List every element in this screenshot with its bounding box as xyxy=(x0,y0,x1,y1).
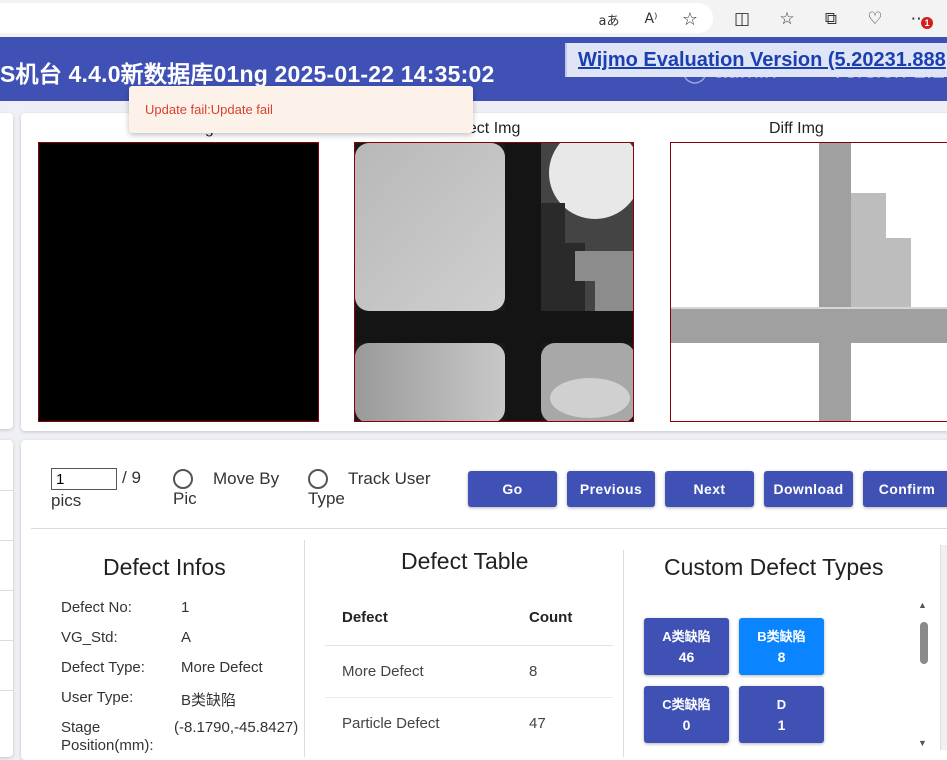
browser-essentials-icon[interactable]: ♡ xyxy=(864,8,886,30)
golden-image xyxy=(38,142,319,422)
custom-type-count: 8 xyxy=(777,648,786,665)
controls-divider xyxy=(31,528,947,529)
custom-type-count: 0 xyxy=(682,716,691,733)
table-cell-count: 8 xyxy=(529,663,538,680)
table-cell-defect: More Defect xyxy=(342,663,424,680)
table-header-defect: Defect xyxy=(342,609,388,626)
outer-scrollbar[interactable] xyxy=(940,545,947,750)
scroll-thumb[interactable] xyxy=(920,622,928,664)
scroll-up-icon[interactable]: ▲ xyxy=(918,600,927,610)
page-title: S机台 4.4.0新数据库01ng 2025-01-22 14:35:02 xyxy=(0,61,495,87)
move-by-pic-radio[interactable] xyxy=(173,469,193,489)
info-key: Defect No: xyxy=(61,599,132,616)
custom-type-a-button[interactable]: A类缺陷 46 xyxy=(644,618,729,675)
column-divider xyxy=(623,550,624,757)
table-divider xyxy=(325,697,613,698)
divider xyxy=(0,690,13,691)
info-value: More Defect xyxy=(181,659,263,676)
table-header-count: Count xyxy=(529,609,573,626)
custom-type-name: C类缺陷 xyxy=(662,696,711,712)
wijmo-evaluation-link[interactable]: Wijmo Evaluation Version (5.20231.888 xyxy=(565,43,947,77)
info-value: (-8.1790,-45.8427) xyxy=(174,719,299,736)
track-user-type-radio[interactable] xyxy=(308,469,328,489)
info-value: A xyxy=(181,629,192,646)
table-cell-defect: Particle Defect xyxy=(342,715,440,732)
notification-badge: 1 xyxy=(921,17,933,29)
download-button[interactable]: Download xyxy=(764,471,853,507)
info-key: Defect Type: xyxy=(61,659,145,676)
defect-image xyxy=(354,142,634,422)
previous-button[interactable]: Previous xyxy=(567,471,655,507)
diff-img-label: Diff Img xyxy=(769,120,824,137)
move-by-pic-label-2: Pic xyxy=(173,489,197,508)
page-number-input[interactable] xyxy=(51,468,117,490)
confirm-button[interactable]: Confirm xyxy=(863,471,947,507)
info-key: Stage xyxy=(61,719,101,736)
divider xyxy=(0,490,13,491)
table-cell-count: 47 xyxy=(529,715,546,732)
track-user-type-label-2: Type xyxy=(308,489,345,508)
column-divider xyxy=(304,540,305,757)
table-divider xyxy=(325,645,613,646)
custom-type-count: 46 xyxy=(678,648,695,665)
text-size-icon[interactable]: A⁾ xyxy=(640,8,662,30)
custom-type-name: B类缺陷 xyxy=(757,628,806,644)
custom-type-d-button[interactable]: D1 xyxy=(739,686,824,743)
track-user-type-label: Track User xyxy=(348,469,431,488)
collections-icon[interactable]: ⧉ xyxy=(820,8,842,30)
move-by-pic-label: Move By xyxy=(213,469,280,488)
read-aloud-icon[interactable]: aあ xyxy=(598,8,620,30)
info-value: 1 xyxy=(181,599,190,616)
next-button[interactable]: Next xyxy=(665,471,754,507)
favorites-icon[interactable]: ☆ xyxy=(776,8,798,30)
divider xyxy=(0,590,13,591)
diff-image xyxy=(670,142,947,422)
custom-type-b-button[interactable]: B类缺陷 8 xyxy=(739,618,824,675)
favorite-star-icon[interactable]: ☆ xyxy=(679,8,701,30)
left-panel xyxy=(0,113,13,429)
browser-toolbar: aあ A⁾ ☆ ◫ ☆ ⧉ ♡ ⋯ 1 xyxy=(0,0,947,37)
error-toast: Update fail:Update fail xyxy=(129,86,473,133)
split-screen-icon[interactable]: ◫ xyxy=(731,8,753,30)
divider xyxy=(0,540,13,541)
info-key: Position(mm): xyxy=(61,737,154,754)
custom-types-title: Custom Defect Types xyxy=(664,554,884,580)
custom-type-c-button[interactable]: C类缺陷 0 xyxy=(644,686,729,743)
defect-infos-title: Defect Infos xyxy=(103,554,226,580)
left-list-panel xyxy=(0,440,13,757)
custom-type-count: 1 xyxy=(777,716,786,733)
custom-type-name: D xyxy=(776,696,787,712)
go-button[interactable]: Go xyxy=(468,471,557,507)
custom-type-name: A类缺陷 xyxy=(662,628,711,644)
page-total: / 9 xyxy=(122,468,141,487)
pics-label: pics xyxy=(51,491,82,510)
defect-table-title: Defect Table xyxy=(401,548,529,574)
scroll-down-icon[interactable]: ▼ xyxy=(918,738,927,748)
divider xyxy=(0,640,13,641)
info-key: User Type: xyxy=(61,689,134,706)
info-key: VG_Std: xyxy=(61,629,118,646)
info-value: B类缺陷 xyxy=(181,692,237,709)
